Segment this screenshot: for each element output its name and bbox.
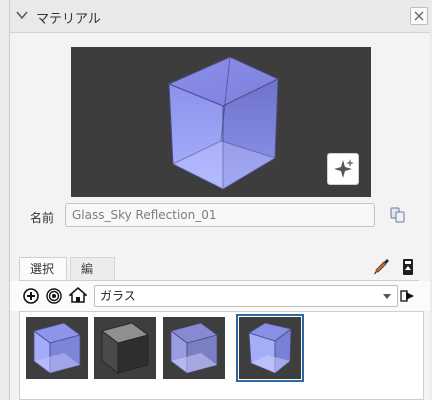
glass-sky-reflection-cube-icon [248,322,292,374]
material-thumbnail[interactable] [94,317,156,379]
material-name-field[interactable]: Glass_Sky Reflection_01 [65,203,375,227]
duplicate-icon[interactable] [389,206,407,224]
tab-edit[interactable]: 編集 [70,257,115,298]
material-thumbnail[interactable] [26,317,88,379]
home-icon[interactable] [69,286,87,304]
panel-header: マテリアル [10,0,430,33]
panel-title: マテリアル [36,12,101,27]
glass-blue-clear-cube-icon [170,322,218,374]
eyedropper-icon[interactable] [373,257,391,277]
chevron-down-icon[interactable] [15,8,29,22]
materials-panel: マテリアル 名前 Glass_Sky Reflection_01 選択 編 ガラ… [9,0,430,400]
library-select-value: ガラス [100,289,136,303]
material-preview [71,47,371,197]
material-thumbnail[interactable] [163,317,225,379]
details-arrow-icon[interactable] [400,288,416,304]
library-select[interactable]: ガラス [94,285,398,307]
glass-blue-cube-icon [33,322,81,374]
glass-cube-preview [167,56,280,190]
material-thumbnails [19,311,424,400]
render-preview-button[interactable] [327,153,359,185]
glass-dark-cube-icon [101,322,149,374]
material-library-icon[interactable] [46,288,62,304]
close-icon [414,11,424,21]
close-button[interactable] [410,7,428,25]
name-label: 名前 [30,211,55,225]
sparkle-icon [334,159,354,178]
create-material-icon[interactable] [23,288,39,304]
chevron-down-icon [383,294,391,299]
material-thumbnail-selected[interactable] [236,314,304,382]
tab-select[interactable]: 選択 [19,257,67,280]
bucket-toggle-icon[interactable] [400,257,416,277]
